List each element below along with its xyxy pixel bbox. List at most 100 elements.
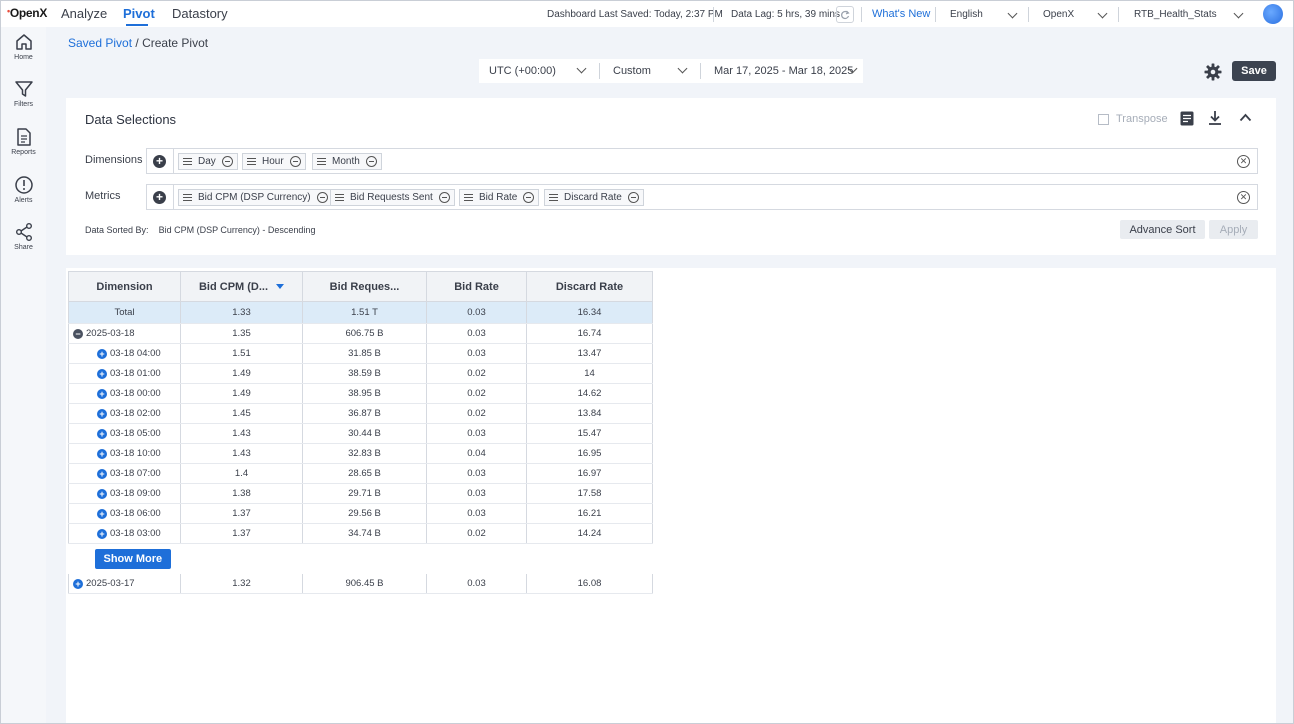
remove-icon[interactable] [523, 192, 535, 203]
add-metric-icon[interactable]: + [153, 191, 166, 204]
expand-icon[interactable]: + [97, 349, 107, 359]
sidebar-item-filters[interactable]: Filters [1, 79, 46, 108]
chip-label: Hour [262, 156, 284, 167]
collapse-chevron-up-icon[interactable] [1239, 113, 1252, 122]
chip-label: Day [198, 156, 216, 167]
drag-handle-icon[interactable] [549, 194, 558, 201]
remove-icon[interactable] [316, 192, 328, 203]
dimension-chip-month[interactable]: Month [312, 153, 382, 170]
metric-chip-bid-rate[interactable]: Bid Rate [459, 189, 540, 206]
clear-dimensions-icon[interactable]: ✕ [1237, 155, 1250, 168]
refresh-button[interactable] [836, 6, 854, 23]
expand-icon[interactable]: + [97, 469, 107, 479]
show-more-button[interactable]: Show More [94, 548, 172, 569]
chevron-down-icon [1007, 8, 1018, 19]
metric-chip-discard-rate[interactable]: Discard Rate [544, 189, 644, 206]
column-header-bid-cpm[interactable]: Bid CPM (D... [180, 271, 303, 302]
dimension-chip-hour[interactable]: Hour [242, 153, 306, 170]
expand-icon[interactable]: + [97, 389, 107, 399]
drag-handle-icon[interactable] [335, 194, 344, 201]
expand-icon[interactable]: + [97, 509, 107, 519]
sort-desc-icon[interactable] [276, 283, 285, 289]
metric-chip-bid-cpm[interactable]: Bid CPM (DSP Currency) [178, 189, 333, 206]
expand-icon[interactable]: + [97, 489, 107, 499]
advance-sort-button[interactable]: Advance Sort [1120, 220, 1205, 239]
expand-icon[interactable]: + [97, 529, 107, 539]
table-row: +03-18 01:00 1.49 38.59 B 0.02 14 [68, 363, 653, 384]
row-label: 03-18 03:00 [110, 528, 161, 539]
column-header-bid-rate[interactable]: Bid Rate [426, 271, 527, 302]
download-icon[interactable] [1208, 110, 1222, 126]
expand-icon[interactable]: + [97, 369, 107, 379]
language-select[interactable]: English [950, 9, 983, 20]
remove-icon[interactable] [289, 156, 301, 167]
clear-metrics-icon[interactable]: ✕ [1237, 191, 1250, 204]
divider [1118, 7, 1119, 22]
drag-handle-icon[interactable] [247, 158, 256, 165]
org-select[interactable]: OpenX [1043, 9, 1074, 20]
sidebar-item-share[interactable]: Share [1, 222, 46, 251]
whats-new-link[interactable]: What's New [872, 8, 930, 20]
cell: 0.03 [426, 573, 527, 594]
nav-tab-pivot[interactable]: Pivot [123, 6, 155, 21]
remove-icon[interactable] [438, 192, 450, 203]
cell: 906.45 B [302, 573, 427, 594]
divider [173, 149, 174, 173]
column-header-dimension[interactable]: Dimension [68, 271, 181, 302]
collapse-icon[interactable]: − [73, 329, 83, 339]
nav-tab-datastory[interactable]: Datastory [172, 6, 228, 21]
metric-chip-bid-requests[interactable]: Bid Requests Sent [330, 189, 455, 206]
drag-handle-icon[interactable] [183, 158, 192, 165]
remove-icon[interactable] [627, 192, 639, 203]
user-avatar[interactable] [1263, 4, 1283, 24]
sidebar-item-alerts[interactable]: Alerts [1, 175, 46, 204]
chip-label: Bid Rate [479, 192, 518, 203]
timezone-select[interactable]: UTC (+00:00) [489, 65, 556, 77]
column-header-discard-rate[interactable]: Discard Rate [526, 271, 653, 302]
group-row: +2025-03-17 1.32 906.45 B 0.03 16.08 [68, 573, 653, 594]
breadcrumb-separator: / [135, 36, 139, 50]
transpose-toggle[interactable]: Transpose [1098, 113, 1168, 125]
column-header-bid-requests[interactable]: Bid Reques... [302, 271, 427, 302]
divider [700, 63, 701, 79]
breadcrumb-saved-pivot-link[interactable]: Saved Pivot [68, 36, 132, 50]
expand-icon[interactable]: + [97, 449, 107, 459]
filter-icon [14, 81, 33, 97]
save-button[interactable]: Save [1232, 61, 1276, 81]
transpose-checkbox[interactable] [1098, 113, 1109, 125]
cell: +2025-03-17 [68, 573, 181, 594]
remove-icon[interactable] [221, 156, 233, 167]
remove-icon[interactable] [365, 156, 377, 167]
dimensions-field[interactable]: + Day Hour Month ✕ [146, 148, 1258, 174]
expand-icon[interactable]: + [97, 429, 107, 439]
settings-gear-icon[interactable] [1204, 63, 1222, 81]
dimension-chip-day[interactable]: Day [178, 153, 238, 170]
expand-icon[interactable]: + [97, 409, 107, 419]
expand-icon[interactable]: + [73, 578, 83, 589]
drag-handle-icon[interactable] [317, 158, 326, 165]
breadcrumb-current: Create Pivot [142, 36, 209, 50]
add-dimension-icon[interactable]: + [153, 155, 166, 168]
apply-button[interactable]: Apply [1209, 220, 1258, 239]
metrics-field[interactable]: + Bid CPM (DSP Currency) Bid Requests Se… [146, 184, 1258, 210]
drag-handle-icon[interactable] [183, 194, 192, 201]
range-type-select[interactable]: Custom [613, 65, 651, 77]
date-range-picker[interactable]: Mar 17, 2025 - Mar 18, 2025 [714, 65, 853, 77]
sidebar-item-home[interactable]: Home [1, 32, 46, 61]
cell: 38.59 B [302, 363, 427, 384]
cell: 14.62 [526, 383, 653, 404]
cell: 1.35 [180, 323, 303, 344]
cell: 14 [526, 363, 653, 384]
cell: 15.47 [526, 423, 653, 444]
refresh-icon [841, 10, 850, 19]
cell: 1.37 [180, 523, 303, 544]
report-view-icon[interactable] [1180, 111, 1194, 126]
cell: −2025-03-18 [68, 323, 181, 344]
openx-logo[interactable]: •OpenX [7, 6, 47, 20]
dashboard-select[interactable]: RTB_Health_Stats [1134, 9, 1217, 20]
drag-handle-icon[interactable] [464, 194, 473, 201]
nav-tab-analyze[interactable]: Analyze [61, 6, 107, 21]
sidebar-item-reports[interactable]: Reports [1, 127, 46, 156]
divider [599, 63, 600, 79]
divider [173, 185, 174, 209]
